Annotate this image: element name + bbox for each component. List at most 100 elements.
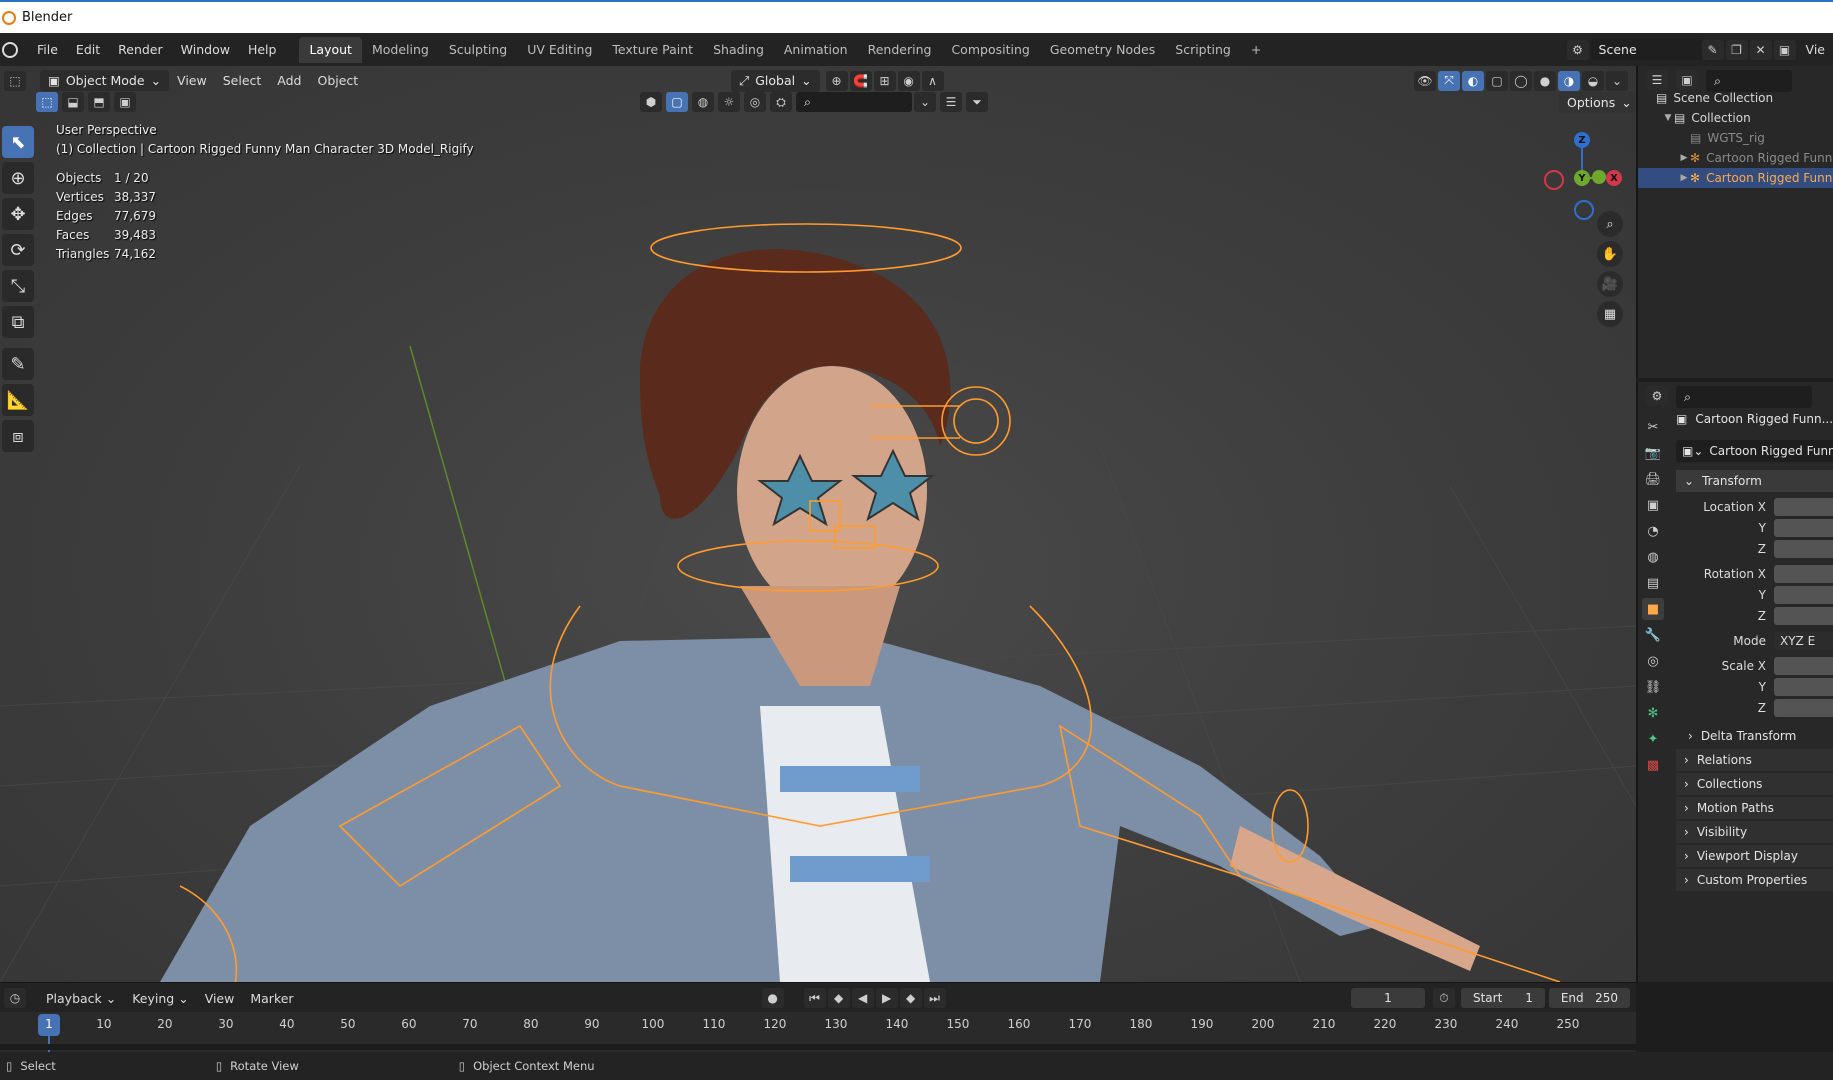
expand-arrow-icon[interactable]: ▶ [1678, 153, 1690, 163]
motion-paths-header[interactable]: › Motion Paths [1676, 797, 1833, 819]
timeline-menu-playback[interactable]: Playback ⌄ [38, 991, 124, 1006]
tab-compositing[interactable]: Compositing [941, 37, 1039, 63]
tab-uv-editing[interactable]: UV Editing [517, 37, 602, 63]
scale-y-field[interactable]: Y [1678, 677, 1833, 697]
delta-transform-header[interactable]: › Delta Transform [1688, 725, 1833, 747]
outliner-item-wgts-rig[interactable]: ▤ WGTS_rig [1638, 128, 1833, 148]
blender-menu-icon[interactable] [2, 41, 18, 58]
view-layer-icon[interactable]: ▣ [1773, 39, 1796, 60]
object-name-field[interactable]: ▣ Cartoon Rigged Funn...ac [1676, 408, 1833, 430]
gizmo-neg-x-axis[interactable] [1544, 170, 1564, 190]
scene-browse-icon[interactable]: ⚙ [1566, 39, 1589, 60]
filter-light-icon[interactable]: ☼ [718, 92, 740, 112]
scale-z-field[interactable]: Z [1678, 698, 1833, 718]
rotation-y-field[interactable]: Y [1678, 585, 1833, 605]
pivot-icon[interactable]: ⊕ [825, 70, 848, 91]
wireframe-shading-icon[interactable]: ◯ [1510, 70, 1532, 91]
new-scene-icon[interactable]: ❐ [1725, 39, 1748, 60]
stopwatch-icon[interactable]: ⏱ [1432, 988, 1455, 1008]
funnel-icon[interactable]: ⏷ [966, 92, 988, 112]
location-x-field[interactable]: Location X [1678, 497, 1833, 517]
texture-tab-icon[interactable]: ▩ [1642, 754, 1664, 776]
display-mode-icon[interactable]: ▣ [1676, 70, 1698, 90]
tab-geometry-nodes[interactable]: Geometry Nodes [1040, 37, 1165, 63]
render-tab-icon[interactable]: 📷 [1642, 442, 1664, 464]
scale-tool-icon[interactable]: ⤡ [2, 270, 34, 302]
armature-data-tab-icon[interactable]: ✻ [1642, 702, 1664, 724]
move-tool-icon[interactable]: ✥ [2, 198, 34, 230]
outliner-item-character-rig[interactable]: ▶ ✻ Cartoon Rigged Funn [1638, 168, 1833, 188]
overlay-toggle-icon[interactable]: ◐ [1462, 70, 1484, 91]
restrict-select-icon[interactable]: ▢ [666, 92, 688, 112]
rotation-z-field[interactable]: Z [1678, 606, 1833, 626]
timeline-editor-icon[interactable]: ◷ [4, 988, 26, 1008]
camera-view-icon[interactable]: 🎥 [1597, 271, 1623, 297]
rotation-mode-field[interactable]: Mode XYZ E [1678, 631, 1833, 651]
select-subtract-icon[interactable]: ⬒ [88, 92, 110, 112]
pin-scene-icon[interactable]: ✎ [1701, 39, 1724, 60]
perspective-grid-icon[interactable]: ▦ [1597, 301, 1623, 327]
options-dropdown[interactable]: Options ⌄ [1559, 92, 1636, 113]
scale-x-field[interactable]: Scale X [1678, 656, 1833, 676]
snap-target-icon[interactable]: ⊞ [873, 70, 896, 91]
tab-sculpting[interactable]: Sculpting [439, 37, 517, 63]
collections-header[interactable]: › Collections [1676, 773, 1833, 795]
snap-icon[interactable]: 🧲 [849, 70, 872, 91]
xray-icon[interactable]: ▢ [1486, 70, 1508, 91]
add-workspace-icon[interactable]: + [1241, 37, 1271, 63]
tab-animation[interactable]: Animation [774, 37, 858, 63]
gizmo-y-axis[interactable]: Y [1574, 170, 1590, 186]
filter-mesh-icon[interactable]: ◍ [692, 92, 714, 112]
tab-shading[interactable]: Shading [703, 37, 774, 63]
menu-window[interactable]: Window [172, 33, 239, 66]
shading-options-icon[interactable]: ⌄ [1606, 70, 1628, 91]
transform-orientation-selector[interactable]: ⤢ Global ⌄ [731, 69, 820, 92]
gizmo-neg-y-axis[interactable] [1592, 170, 1606, 184]
tool-tab-icon[interactable]: ✂ [1642, 416, 1664, 438]
chevron-down-icon[interactable]: ⌄ [914, 92, 936, 112]
gizmo-toggle-icon[interactable]: ⤧ [1438, 70, 1460, 91]
select-new-icon[interactable]: ⬚ [36, 92, 58, 112]
transform-tool-icon[interactable]: ⧉ [2, 306, 34, 338]
zoom-icon[interactable]: ⌕ [1597, 211, 1623, 237]
proportional-edit-icon[interactable]: ◉ [897, 70, 920, 91]
rotate-tool-icon[interactable]: ⟳ [2, 234, 34, 266]
menu-edit[interactable]: Edit [67, 33, 109, 66]
cursor-tool-icon[interactable]: ⊕ [2, 162, 34, 194]
select-intersect-icon[interactable]: ▣ [114, 92, 136, 112]
falloff-icon[interactable]: ∧ [921, 70, 944, 91]
timeline-menu-marker[interactable]: Marker [242, 991, 301, 1006]
viewport-menu-view[interactable]: View [169, 73, 215, 88]
select-box-tool-icon[interactable]: ⬉ [2, 126, 34, 158]
jump-start-icon[interactable]: ⏮ [803, 988, 826, 1008]
display-filter-icon[interactable]: ☰ [940, 92, 962, 112]
viewport-menu-add[interactable]: Add [269, 73, 309, 88]
view-layer-name[interactable]: Vie [1798, 42, 1833, 57]
object-tab-icon[interactable]: ■ [1642, 598, 1664, 620]
3d-viewport[interactable]: ⬚ ▣ Object Mode ⌄ View Select Add Object… [0, 66, 1636, 982]
filter-camera-icon[interactable]: ◎ [744, 92, 766, 112]
object-types-icon[interactable]: ⬢ [640, 92, 662, 112]
physics-tab-icon[interactable]: ◎ [1642, 650, 1664, 672]
relations-header[interactable]: › Relations [1676, 749, 1833, 771]
constraints-tab-icon[interactable]: ⛓ [1642, 676, 1664, 698]
annotate-tool-icon[interactable]: ✎ [2, 348, 34, 380]
add-cube-tool-icon[interactable]: ⧈ [2, 420, 34, 452]
menu-file[interactable]: File [28, 33, 67, 66]
outliner-editor-icon[interactable]: ☰ [1646, 70, 1668, 90]
collection-tab-icon[interactable]: ▤ [1642, 572, 1664, 594]
navigation-gizmo[interactable]: Z Y X [1530, 126, 1622, 220]
pan-hand-icon[interactable]: ✋ [1597, 241, 1623, 267]
timeline-ruler[interactable]: 1 10 20 30 40 50 60 70 80 90 100 110 120 130 140 150 160… [0, 1012, 1636, 1052]
start-frame-field[interactable]: Start 1 [1460, 988, 1545, 1008]
expand-arrow-icon[interactable]: ▶ [1678, 173, 1690, 183]
outliner-item-scene-collection[interactable]: ▤ Scene Collection [1638, 88, 1833, 108]
record-icon[interactable]: ● [761, 988, 784, 1008]
bone-tab-icon[interactable]: ✦ [1642, 728, 1664, 750]
viewport-menu-select[interactable]: Select [215, 73, 270, 88]
viewport-menu-object[interactable]: Object [309, 73, 366, 88]
menu-render[interactable]: Render [109, 33, 172, 66]
select-extend-icon[interactable]: ⬓ [62, 92, 84, 112]
properties-editor-icon[interactable]: ⚙ [1646, 386, 1668, 406]
outliner-item-collection[interactable]: ▼ ▤ Collection [1638, 108, 1833, 128]
